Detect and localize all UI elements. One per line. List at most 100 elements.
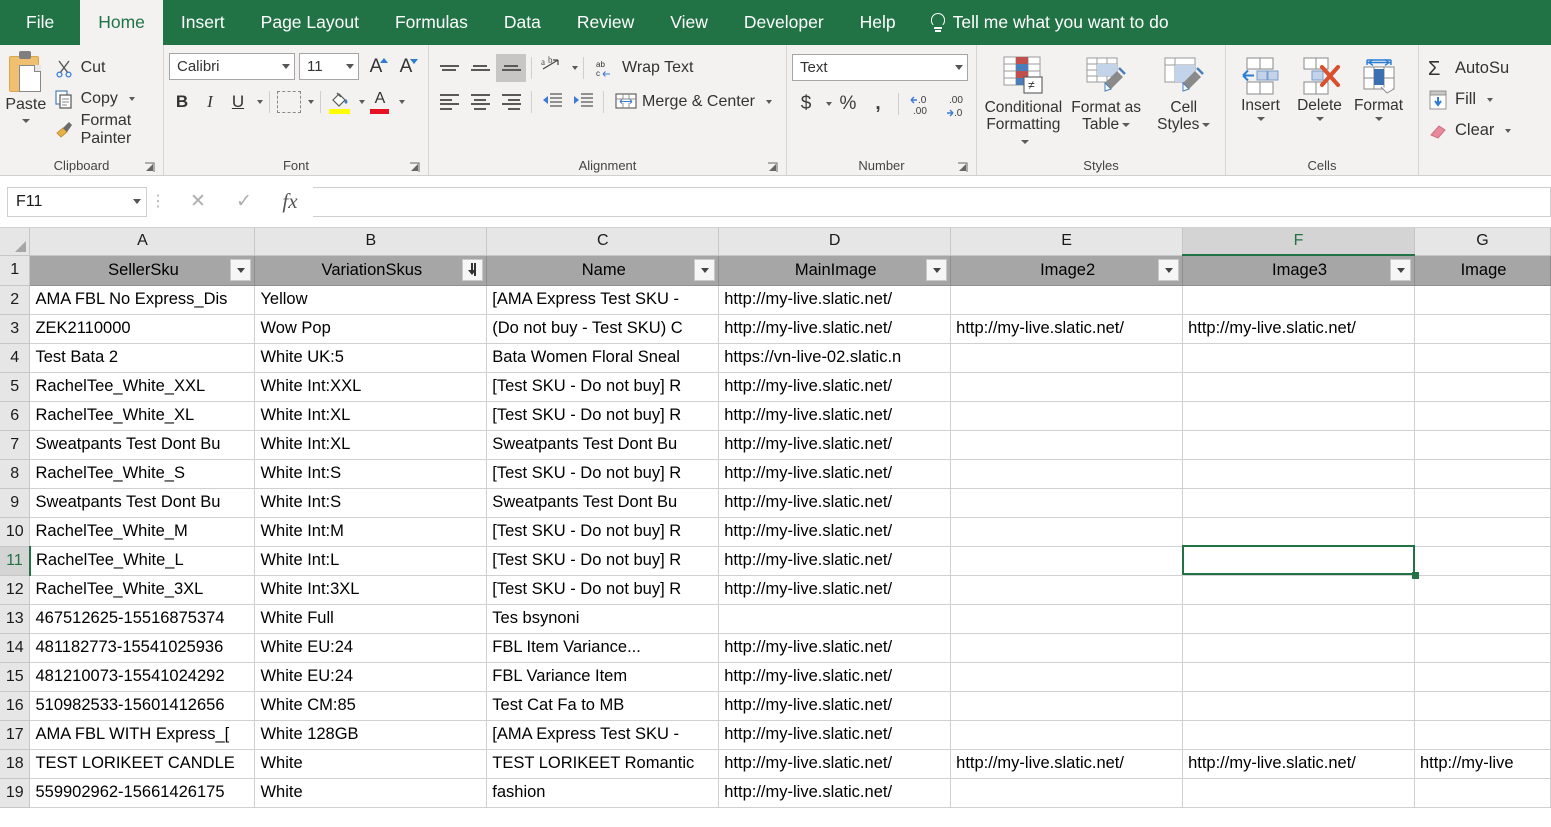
grid-cell-F5[interactable] — [1182, 372, 1415, 402]
grid-cell-D16[interactable]: http://my-live.slatic.net/ — [718, 691, 952, 721]
grid-cell-E6[interactable] — [950, 401, 1184, 431]
chevron-down-icon[interactable] — [308, 100, 314, 104]
underline-button[interactable]: U — [225, 89, 251, 115]
table-header-cell[interactable]: MainImage — [718, 255, 952, 286]
grid-cell-A17[interactable]: AMA FBL WITH Express_[ — [29, 720, 256, 750]
copy-button[interactable]: Copy — [50, 83, 158, 114]
grid-cell-E7[interactable] — [950, 430, 1184, 460]
conditional-formatting-button[interactable]: ≠ Conditional Formatting — [982, 49, 1065, 150]
grid-cell-A8[interactable]: RachelTee_White_S — [29, 459, 256, 489]
filter-dropdown-button[interactable] — [926, 259, 948, 281]
formula-bar-expand-handle[interactable]: ⋮ — [147, 193, 169, 209]
grid-cell-G5[interactable] — [1414, 372, 1551, 402]
filter-dropdown-button[interactable] — [230, 259, 252, 281]
grid-cell-C9[interactable]: Sweatpants Test Dont Bu — [486, 488, 720, 518]
grid-cell-E10[interactable] — [950, 517, 1184, 547]
grid-cell-G4[interactable] — [1414, 343, 1551, 373]
grid-cell-E8[interactable] — [950, 459, 1184, 489]
grid-cell-B3[interactable]: Wow Pop — [254, 314, 488, 344]
tell-me-search[interactable]: Tell me what you want to do — [914, 0, 1185, 45]
grid-cell-G12[interactable] — [1414, 575, 1551, 605]
insert-cells-button[interactable]: Insert — [1231, 49, 1290, 121]
grid-cell-D18[interactable]: http://my-live.slatic.net/ — [718, 749, 952, 779]
grid-cell-A18[interactable]: TEST LORIKEET CANDLE — [29, 749, 256, 779]
tab-formulas[interactable]: Formulas — [377, 0, 486, 45]
row-header-14[interactable]: 14 — [0, 633, 31, 663]
chevron-down-icon[interactable] — [1315, 117, 1324, 121]
column-header-a[interactable]: A — [29, 228, 256, 256]
grid-cell-G17[interactable] — [1414, 720, 1551, 750]
grid-cell-G13[interactable] — [1414, 604, 1551, 634]
grid-cell-F4[interactable] — [1182, 343, 1415, 373]
fill-button[interactable]: Fill — [1424, 84, 1515, 115]
tab-help[interactable]: Help — [842, 0, 914, 45]
grid-cell-D2[interactable]: http://my-live.slatic.net/ — [718, 285, 952, 315]
tab-home[interactable]: Home — [80, 0, 163, 45]
grid-cell-C3[interactable]: (Do not buy - Test SKU) C — [486, 314, 720, 344]
grid-cell-E14[interactable] — [950, 633, 1184, 663]
grid-cell-D4[interactable]: https://vn-live-02.slatic.n — [718, 343, 952, 373]
chevron-down-icon[interactable] — [1256, 117, 1265, 121]
grid-cell-F18[interactable]: http://my-live.slatic.net/ — [1182, 749, 1415, 779]
grid-cell-E13[interactable] — [950, 604, 1184, 634]
column-header-f[interactable]: F — [1182, 228, 1415, 256]
grid-cell-F3[interactable]: http://my-live.slatic.net/ — [1182, 314, 1415, 344]
grid-cell-C18[interactable]: TEST LORIKEET Romantic — [486, 749, 720, 779]
chevron-down-icon[interactable] — [359, 100, 365, 104]
grid-cell-A14[interactable]: 481182773-15541025936 — [29, 633, 256, 663]
cut-button[interactable]: Cut — [50, 52, 158, 83]
grid-cell-F7[interactable] — [1182, 430, 1415, 460]
grid-cell-D13[interactable] — [718, 604, 952, 634]
grid-cell-G3[interactable] — [1414, 314, 1551, 344]
grid-cell-G6[interactable] — [1414, 401, 1551, 431]
grid-cell-B15[interactable]: White EU:24 — [254, 662, 488, 692]
grid-cell-D11[interactable]: http://my-live.slatic.net/ — [718, 546, 952, 576]
grid-cell-F17[interactable] — [1182, 720, 1415, 750]
row-header-18[interactable]: 18 — [0, 749, 31, 779]
row-header-17[interactable]: 17 — [0, 720, 31, 750]
grid-cell-B18[interactable]: White — [254, 749, 488, 779]
grid-cell-C16[interactable]: Test Cat Fa to MB — [486, 691, 720, 721]
grid-cell-D9[interactable]: http://my-live.slatic.net/ — [718, 488, 952, 518]
grid-cell-D5[interactable]: http://my-live.slatic.net/ — [718, 372, 952, 402]
grid-cell-D6[interactable]: http://my-live.slatic.net/ — [718, 401, 952, 431]
grid-cell-G16[interactable] — [1414, 691, 1551, 721]
percent-format-button[interactable]: % — [834, 90, 862, 118]
grid-cell-B13[interactable]: White Full — [254, 604, 488, 634]
grid-cell-E12[interactable] — [950, 575, 1184, 605]
decrease-indent-button[interactable] — [537, 88, 567, 116]
table-header-cell[interactable]: Name — [486, 255, 720, 286]
column-header-g[interactable]: G — [1414, 228, 1551, 256]
grid-cell-E11[interactable] — [950, 546, 1184, 576]
row-header-12[interactable]: 12 — [0, 575, 31, 605]
column-header-c[interactable]: C — [486, 228, 720, 256]
grid-cell-B19[interactable]: White — [254, 778, 488, 808]
grid-cell-C5[interactable]: [Test SKU - Do not buy] R — [486, 372, 720, 402]
row-header-5[interactable]: 5 — [0, 372, 31, 402]
grid-cell-C6[interactable]: [Test SKU - Do not buy] R — [486, 401, 720, 431]
chevron-down-icon[interactable] — [765, 100, 772, 104]
row-header-13[interactable]: 13 — [0, 604, 31, 634]
grid-cell-B17[interactable]: White 128GB — [254, 720, 488, 750]
grid-cell-F16[interactable] — [1182, 691, 1415, 721]
grid-cell-E3[interactable]: http://my-live.slatic.net/ — [950, 314, 1184, 344]
cell-styles-button[interactable]: Cell Styles — [1148, 49, 1220, 133]
autosum-button[interactable]: Σ AutoSu — [1424, 53, 1515, 84]
grid-cell-G11[interactable] — [1414, 546, 1551, 576]
name-box[interactable]: F11 — [7, 186, 147, 217]
align-center-button[interactable] — [465, 88, 495, 116]
grid-cell-G8[interactable] — [1414, 459, 1551, 489]
format-cells-button[interactable]: Format — [1349, 49, 1408, 121]
alignment-dialog-launcher[interactable] — [767, 162, 778, 173]
grid-cell-F13[interactable] — [1182, 604, 1415, 634]
grid-cell-A11[interactable]: RachelTee_White_L — [29, 546, 256, 576]
align-left-button[interactable] — [434, 88, 464, 116]
grid-cell-C10[interactable]: [Test SKU - Do not buy] R — [486, 517, 720, 547]
chevron-down-icon[interactable] — [826, 102, 832, 106]
tab-developer[interactable]: Developer — [726, 0, 842, 45]
grid-cell-B16[interactable]: White CM:85 — [254, 691, 488, 721]
grid-cell-G2[interactable] — [1414, 285, 1551, 315]
grid-cell-A12[interactable]: RachelTee_White_3XL — [29, 575, 256, 605]
column-header-e[interactable]: E — [950, 228, 1184, 256]
filter-dropdown-button[interactable] — [1390, 259, 1411, 282]
